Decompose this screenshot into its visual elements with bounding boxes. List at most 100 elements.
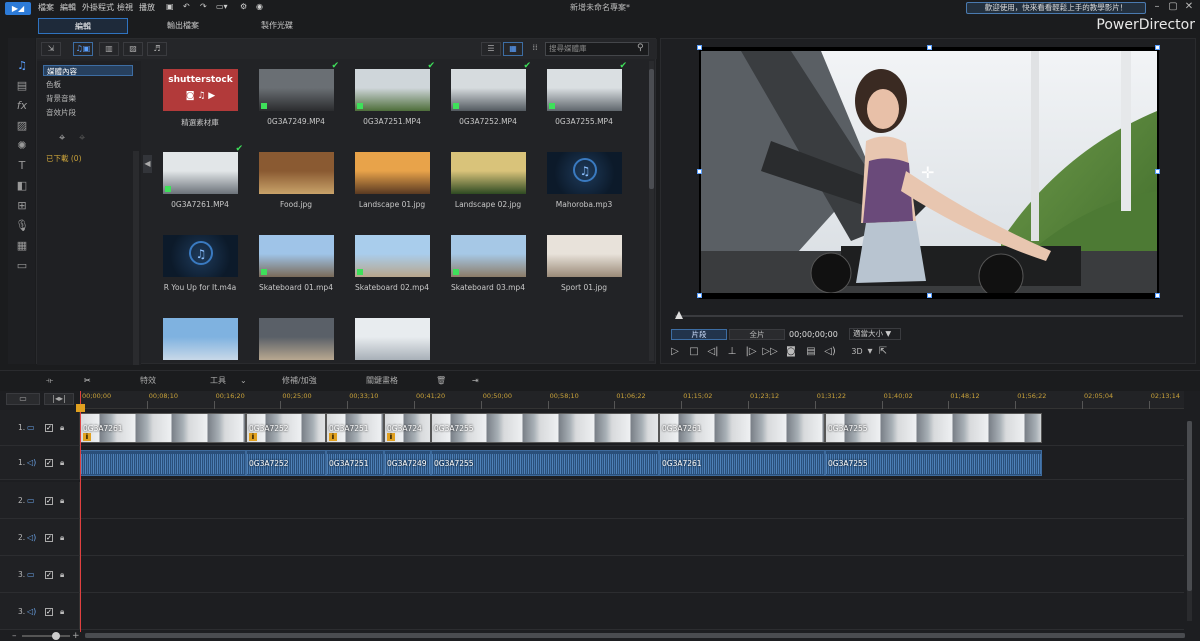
audio-clip[interactable]	[80, 450, 246, 476]
video-clip[interactable]: 0G3A7255	[825, 413, 1042, 443]
add-tag-icon[interactable]: ⌖	[59, 131, 65, 145]
account-icon[interactable]: ◉	[256, 2, 263, 11]
preview-screen[interactable]: ✛	[697, 45, 1160, 299]
library-scrollbar[interactable]	[649, 61, 654, 361]
menu-file[interactable]: 檔案	[38, 2, 54, 13]
media-thumbnail[interactable]	[163, 152, 238, 194]
pip-room-icon[interactable]: ▨	[11, 118, 33, 134]
media-item[interactable]: Skateboard 01.mp4	[251, 227, 341, 307]
track-lock-icon[interactable]: 🔒︎	[60, 423, 64, 433]
menu-edit[interactable]: 編輯	[60, 2, 76, 13]
playhead[interactable]	[80, 391, 81, 632]
audio-clip[interactable]: 0G3A7255	[825, 450, 1042, 476]
media-thumbnail[interactable]	[451, 69, 526, 111]
resize-handle-tr[interactable]	[1155, 45, 1160, 50]
media-thumbnail[interactable]	[259, 318, 334, 360]
track-enable-checkbox[interactable]: ✓	[45, 608, 53, 616]
media-thumbnail[interactable]	[355, 235, 430, 277]
track-lock-icon[interactable]: 🔒︎	[60, 496, 64, 506]
zoom-slider-knob[interactable]	[52, 632, 60, 640]
media-thumbnail[interactable]	[259, 235, 334, 277]
collapse-panel-button[interactable]: ◀	[143, 155, 152, 173]
list-view-icon[interactable]: ☰	[481, 42, 501, 56]
resize-handle-t[interactable]	[927, 45, 932, 50]
redo-icon[interactable]: ↷	[200, 2, 207, 11]
storyboard-view-icon[interactable]: |◂▸|	[44, 393, 74, 405]
media-content-icon[interactable]: ♫▣	[73, 42, 93, 56]
tab-edit[interactable]: 編輯	[38, 18, 128, 34]
media-item[interactable]: ✔ 0G3A7251.MP4	[347, 61, 437, 141]
particle-room-icon[interactable]: ✺	[11, 138, 33, 154]
timeline-hscroll-thumb[interactable]	[85, 633, 1185, 638]
resize-handle-br[interactable]	[1155, 293, 1160, 298]
audio-clip[interactable]: 0G3A7252	[246, 450, 326, 476]
delete-trash-icon[interactable]: 🗑	[436, 375, 446, 387]
media-thumbnail[interactable]	[355, 318, 430, 360]
media-thumbnail[interactable]	[355, 152, 430, 194]
video-clip[interactable]: 0G3A7261 i	[80, 413, 246, 443]
aspect-ratio-icon[interactable]: ▭▾	[216, 2, 228, 11]
fx-room-icon[interactable]: fx	[11, 98, 33, 114]
stop-icon[interactable]: □	[686, 345, 702, 359]
track-enable-checkbox[interactable]: ✓	[45, 497, 53, 505]
resize-handle-bl[interactable]	[697, 293, 702, 298]
search-icon[interactable]: ⚲	[637, 43, 644, 53]
zoom-fit-select[interactable]: 適當大小 ▼	[849, 328, 901, 340]
media-thumbnail[interactable]	[355, 69, 430, 111]
video-clip[interactable]: 0G3A724 i	[384, 413, 431, 443]
tools-dropdown-icon[interactable]: ⌄	[240, 375, 247, 387]
movie-mode-button[interactable]: 全片	[729, 329, 785, 340]
timeline-view-icon[interactable]: ▭	[6, 393, 40, 405]
track-enable-checkbox[interactable]: ✓	[45, 534, 53, 542]
audio-clip[interactable]: 0G3A7249	[384, 450, 431, 476]
media-item[interactable]: ✔ 0G3A7255.MP4	[539, 61, 629, 141]
clip-mode-button[interactable]: 片段	[671, 329, 727, 340]
settings-gear-icon[interactable]: ⚙	[240, 2, 247, 11]
subtitle-icon[interactable]: ▤	[803, 345, 819, 359]
tutorial-notice[interactable]: 歡迎使用，快來看看輕鬆上手的教學影片！	[966, 2, 1146, 14]
play-icon[interactable]: ▷	[667, 345, 683, 359]
media-item[interactable]: Food.jpg	[251, 144, 341, 224]
track-enable-checkbox[interactable]: ✓	[45, 424, 53, 432]
track-lock-icon[interactable]: 🔒︎	[60, 458, 64, 468]
resize-handle-b[interactable]	[927, 293, 932, 298]
resize-handle-l[interactable]	[697, 169, 702, 174]
time-ruler[interactable]: 00;00;00 00;08;10 00;16;20 00;25;00 00;33;10…	[80, 391, 1184, 409]
media-item[interactable]: ♫ Mahoroba.mp3	[539, 144, 629, 224]
downloaded-item[interactable]: 已下載 (0)	[43, 153, 133, 164]
media-thumbnail[interactable]	[451, 235, 526, 277]
tree-item-media[interactable]: 媒體內容	[43, 65, 133, 76]
tools-button[interactable]: 工具	[210, 375, 226, 387]
scissors-icon[interactable]: ✂	[84, 375, 91, 387]
media-item[interactable]: ✔ 0G3A7252.MP4	[443, 61, 533, 141]
video-clip[interactable]: 0G3A7255	[431, 413, 659, 443]
media-room-icon[interactable]: ♫	[11, 58, 33, 74]
media-thumbnail[interactable]	[259, 152, 334, 194]
tab-output[interactable]: 輸出檔案	[138, 18, 228, 34]
timecode-display[interactable]: 00;00;00;00	[789, 329, 845, 340]
maximize-button[interactable]: ▢	[1166, 1, 1180, 14]
library-scroll-thumb[interactable]	[649, 69, 654, 189]
timeline-vscroll-thumb[interactable]	[1187, 421, 1192, 591]
media-item[interactable]: Skateboard 02.mp4	[347, 227, 437, 307]
close-button[interactable]: ✕	[1182, 1, 1196, 14]
more-tools-icon[interactable]: ⇥	[472, 375, 479, 387]
tab-disc[interactable]: 製作光碟	[232, 18, 322, 34]
minimize-button[interactable]: –	[1150, 1, 1164, 14]
effects-button[interactable]: 特效	[140, 375, 156, 387]
track-enable-checkbox[interactable]: ✓	[45, 459, 53, 467]
save-icon[interactable]: ▣	[166, 2, 174, 11]
split-track-icon[interactable]: ⟛	[46, 375, 53, 387]
zoom-in-icon[interactable]: +	[72, 631, 80, 641]
media-thumbnail[interactable]: shutterstock ◙ ♫ ▶	[163, 69, 238, 111]
track-lock-icon[interactable]: 🔒︎	[60, 570, 64, 580]
media-thumbnail[interactable]	[547, 69, 622, 111]
media-thumbnail[interactable]: ♫	[547, 152, 622, 194]
media-item[interactable]: shutterstock ◙ ♫ ▶ 精選素材庫	[155, 61, 245, 141]
more-options-icon[interactable]: ⁞⁞	[525, 42, 545, 56]
media-thumbnail[interactable]	[163, 318, 238, 360]
media-item[interactable]: ✔ 0G3A7249.MP4	[251, 61, 341, 141]
remove-tag-icon[interactable]: ⌖	[79, 131, 85, 145]
move-crosshair-icon[interactable]: ✛	[921, 165, 934, 181]
media-item[interactable]: Landscape 02.jpg	[443, 144, 533, 224]
